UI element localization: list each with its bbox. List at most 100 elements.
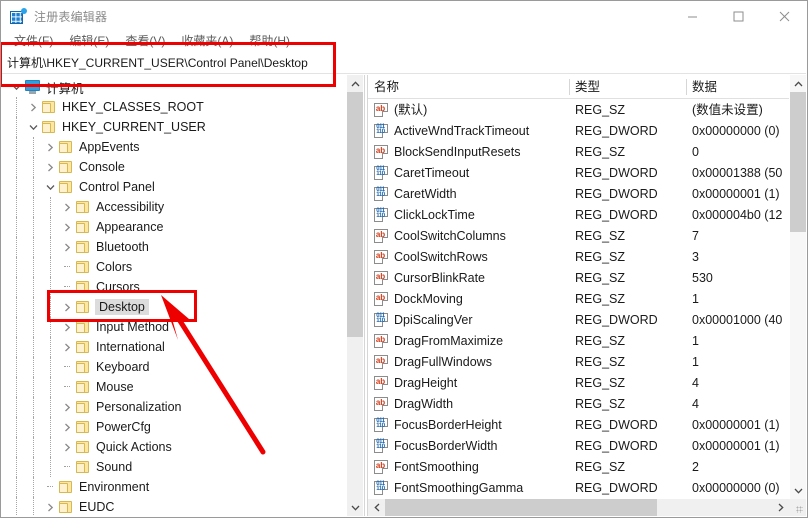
table-row[interactable]: 011110FocusBorderHeightREG_DWORD0x000000…: [368, 415, 789, 436]
tree-scroll-down-button[interactable]: [347, 499, 364, 516]
tree-node-label: Environment: [79, 480, 149, 494]
value-list-vertical-scrollbar[interactable]: [789, 75, 806, 516]
column-header-data[interactable]: 数据: [686, 75, 717, 99]
table-row[interactable]: abBlockSendInputResetsREG_SZ0: [368, 142, 789, 163]
list-scroll-thumb[interactable]: [790, 92, 806, 232]
tree-leaf-marker: [59, 277, 75, 297]
tree-node-bluetooth[interactable]: Bluetooth: [2, 237, 346, 257]
table-row[interactable]: abCoolSwitchColumnsREG_SZ7: [368, 226, 789, 247]
chevron-right-icon[interactable]: [59, 317, 75, 337]
table-row[interactable]: ab(默认)REG_SZ(数值未设置): [368, 100, 789, 121]
tree-node-colors[interactable]: Colors: [2, 257, 346, 277]
value-name: FocusBorderWidth: [394, 436, 574, 457]
chevron-down-icon[interactable]: [42, 177, 58, 197]
tree-node-[interactable]: 计算机: [2, 77, 346, 97]
value-data: 0x00000001 (1): [692, 415, 789, 436]
tree-node-quick-actions[interactable]: Quick Actions: [2, 437, 346, 457]
chevron-right-icon[interactable]: [59, 337, 75, 357]
chevron-right-icon[interactable]: [59, 397, 75, 417]
tree-node-powercfg[interactable]: PowerCfg: [2, 417, 346, 437]
value-data: 530: [692, 268, 789, 289]
tree-node-personalization[interactable]: Personalization: [2, 397, 346, 417]
tree-node-accessibility[interactable]: Accessibility: [2, 197, 346, 217]
tree-guide-line: [16, 397, 17, 417]
value-data: 0x00000001 (1): [692, 436, 789, 457]
tree-node-control-panel[interactable]: Control Panel: [2, 177, 346, 197]
tree-node-appearance[interactable]: Appearance: [2, 217, 346, 237]
menu-favorites[interactable]: 收藏夹(A): [173, 32, 241, 51]
registry-editor-icon: [10, 9, 26, 25]
table-row[interactable]: abCursorBlinkRateREG_SZ530: [368, 268, 789, 289]
chevron-right-icon[interactable]: [59, 217, 75, 237]
list-hscroll-thumb[interactable]: [385, 499, 657, 516]
minimize-button[interactable]: [669, 1, 715, 31]
folder-icon: [75, 380, 91, 394]
list-scroll-down-button[interactable]: [790, 482, 806, 499]
table-row[interactable]: abFontSmoothingREG_SZ2: [368, 457, 789, 478]
table-row[interactable]: 011110DpiScalingVerREG_DWORD0x00001000 (…: [368, 310, 789, 331]
chevron-right-icon[interactable]: [42, 157, 58, 177]
table-row[interactable]: 011110ClickLockTimeREG_DWORD0x000004b0 (…: [368, 205, 789, 226]
list-scroll-right-button[interactable]: [772, 499, 789, 516]
table-row[interactable]: abDragFullWindowsREG_SZ1: [368, 352, 789, 373]
menu-view[interactable]: 查看(V): [117, 32, 173, 51]
menu-edit[interactable]: 编辑(E): [61, 32, 117, 51]
tree-scroll-up-button[interactable]: [347, 75, 364, 92]
menu-file[interactable]: 文件(F): [6, 32, 61, 51]
chevron-down-icon[interactable]: [8, 77, 24, 97]
value-list-body[interactable]: ab(默认)REG_SZ(数值未设置)011110ActiveWndTrackT…: [368, 100, 789, 499]
table-row[interactable]: abDragWidthREG_SZ4: [368, 394, 789, 415]
table-row[interactable]: 011110CaretTimeoutREG_DWORD0x00001388 (5…: [368, 163, 789, 184]
tree-node-cursors[interactable]: Cursors: [2, 277, 346, 297]
tree-node-hkey-current-user[interactable]: HKEY_CURRENT_USER: [2, 117, 346, 137]
address-bar[interactable]: 计算机\HKEY_CURRENT_USER\Control Panel\Desk…: [2, 52, 806, 74]
tree-node-label: International: [96, 340, 165, 354]
table-row[interactable]: abDockMovingREG_SZ1: [368, 289, 789, 310]
table-row[interactable]: 011110FontSmoothingGammaREG_DWORD0x00000…: [368, 478, 789, 499]
tree-node-label: PowerCfg: [96, 420, 151, 434]
chevron-down-icon[interactable]: [25, 117, 41, 137]
maximize-button[interactable]: [715, 1, 761, 31]
value-list-horizontal-scrollbar[interactable]: [368, 499, 789, 516]
table-row[interactable]: 011110ActiveWndTrackTimeoutREG_DWORD0x00…: [368, 121, 789, 142]
registry-tree[interactable]: 计算机HKEY_CLASSES_ROOTHKEY_CURRENT_USERApp…: [2, 75, 346, 516]
chevron-right-icon[interactable]: [59, 237, 75, 257]
table-row[interactable]: abDragFromMaximizeREG_SZ1: [368, 331, 789, 352]
chevron-right-icon[interactable]: [59, 417, 75, 437]
list-scroll-left-button[interactable]: [368, 499, 385, 516]
tree-scroll-thumb[interactable]: [347, 92, 364, 337]
chevron-right-icon[interactable]: [59, 437, 75, 457]
table-row[interactable]: abCoolSwitchRowsREG_SZ3: [368, 247, 789, 268]
table-row[interactable]: 011110CaretWidthREG_DWORD0x00000001 (1): [368, 184, 789, 205]
list-scroll-up-button[interactable]: [790, 75, 806, 92]
tree-node-environment[interactable]: Environment: [2, 477, 346, 497]
chevron-right-icon[interactable]: [25, 97, 41, 117]
column-header-type[interactable]: 类型: [569, 75, 600, 99]
tree-guide-line: [50, 197, 51, 217]
tree-guide-line: [50, 377, 51, 397]
tree-guide-line: [33, 237, 34, 257]
column-header-name[interactable]: 名称: [368, 75, 399, 99]
tree-node-keyboard[interactable]: Keyboard: [2, 357, 346, 377]
table-row[interactable]: abDragHeightREG_SZ4: [368, 373, 789, 394]
tree-node-input-method[interactable]: Input Method: [2, 317, 346, 337]
tree-node-mouse[interactable]: Mouse: [2, 377, 346, 397]
tree-node-console[interactable]: Console: [2, 157, 346, 177]
value-name: CoolSwitchColumns: [394, 226, 574, 247]
tree-node-eudc[interactable]: EUDC: [2, 497, 346, 516]
menu-help[interactable]: 帮助(H): [241, 32, 298, 51]
chevron-right-icon[interactable]: [42, 137, 58, 157]
tree-node-desktop[interactable]: Desktop: [2, 297, 346, 317]
tree-node-hkey-classes-root[interactable]: HKEY_CLASSES_ROOT: [2, 97, 346, 117]
tree-node-sound[interactable]: Sound: [2, 457, 346, 477]
chevron-right-icon[interactable]: [59, 197, 75, 217]
value-name: CaretWidth: [394, 184, 574, 205]
table-row[interactable]: 011110FocusBorderWidthREG_DWORD0x0000000…: [368, 436, 789, 457]
tree-node-international[interactable]: International: [2, 337, 346, 357]
close-button[interactable]: [761, 1, 807, 31]
chevron-right-icon[interactable]: [59, 297, 75, 317]
folder-icon: [75, 460, 91, 474]
tree-vertical-scrollbar[interactable]: [346, 75, 363, 516]
tree-node-appevents[interactable]: AppEvents: [2, 137, 346, 157]
chevron-right-icon[interactable]: [42, 497, 58, 516]
